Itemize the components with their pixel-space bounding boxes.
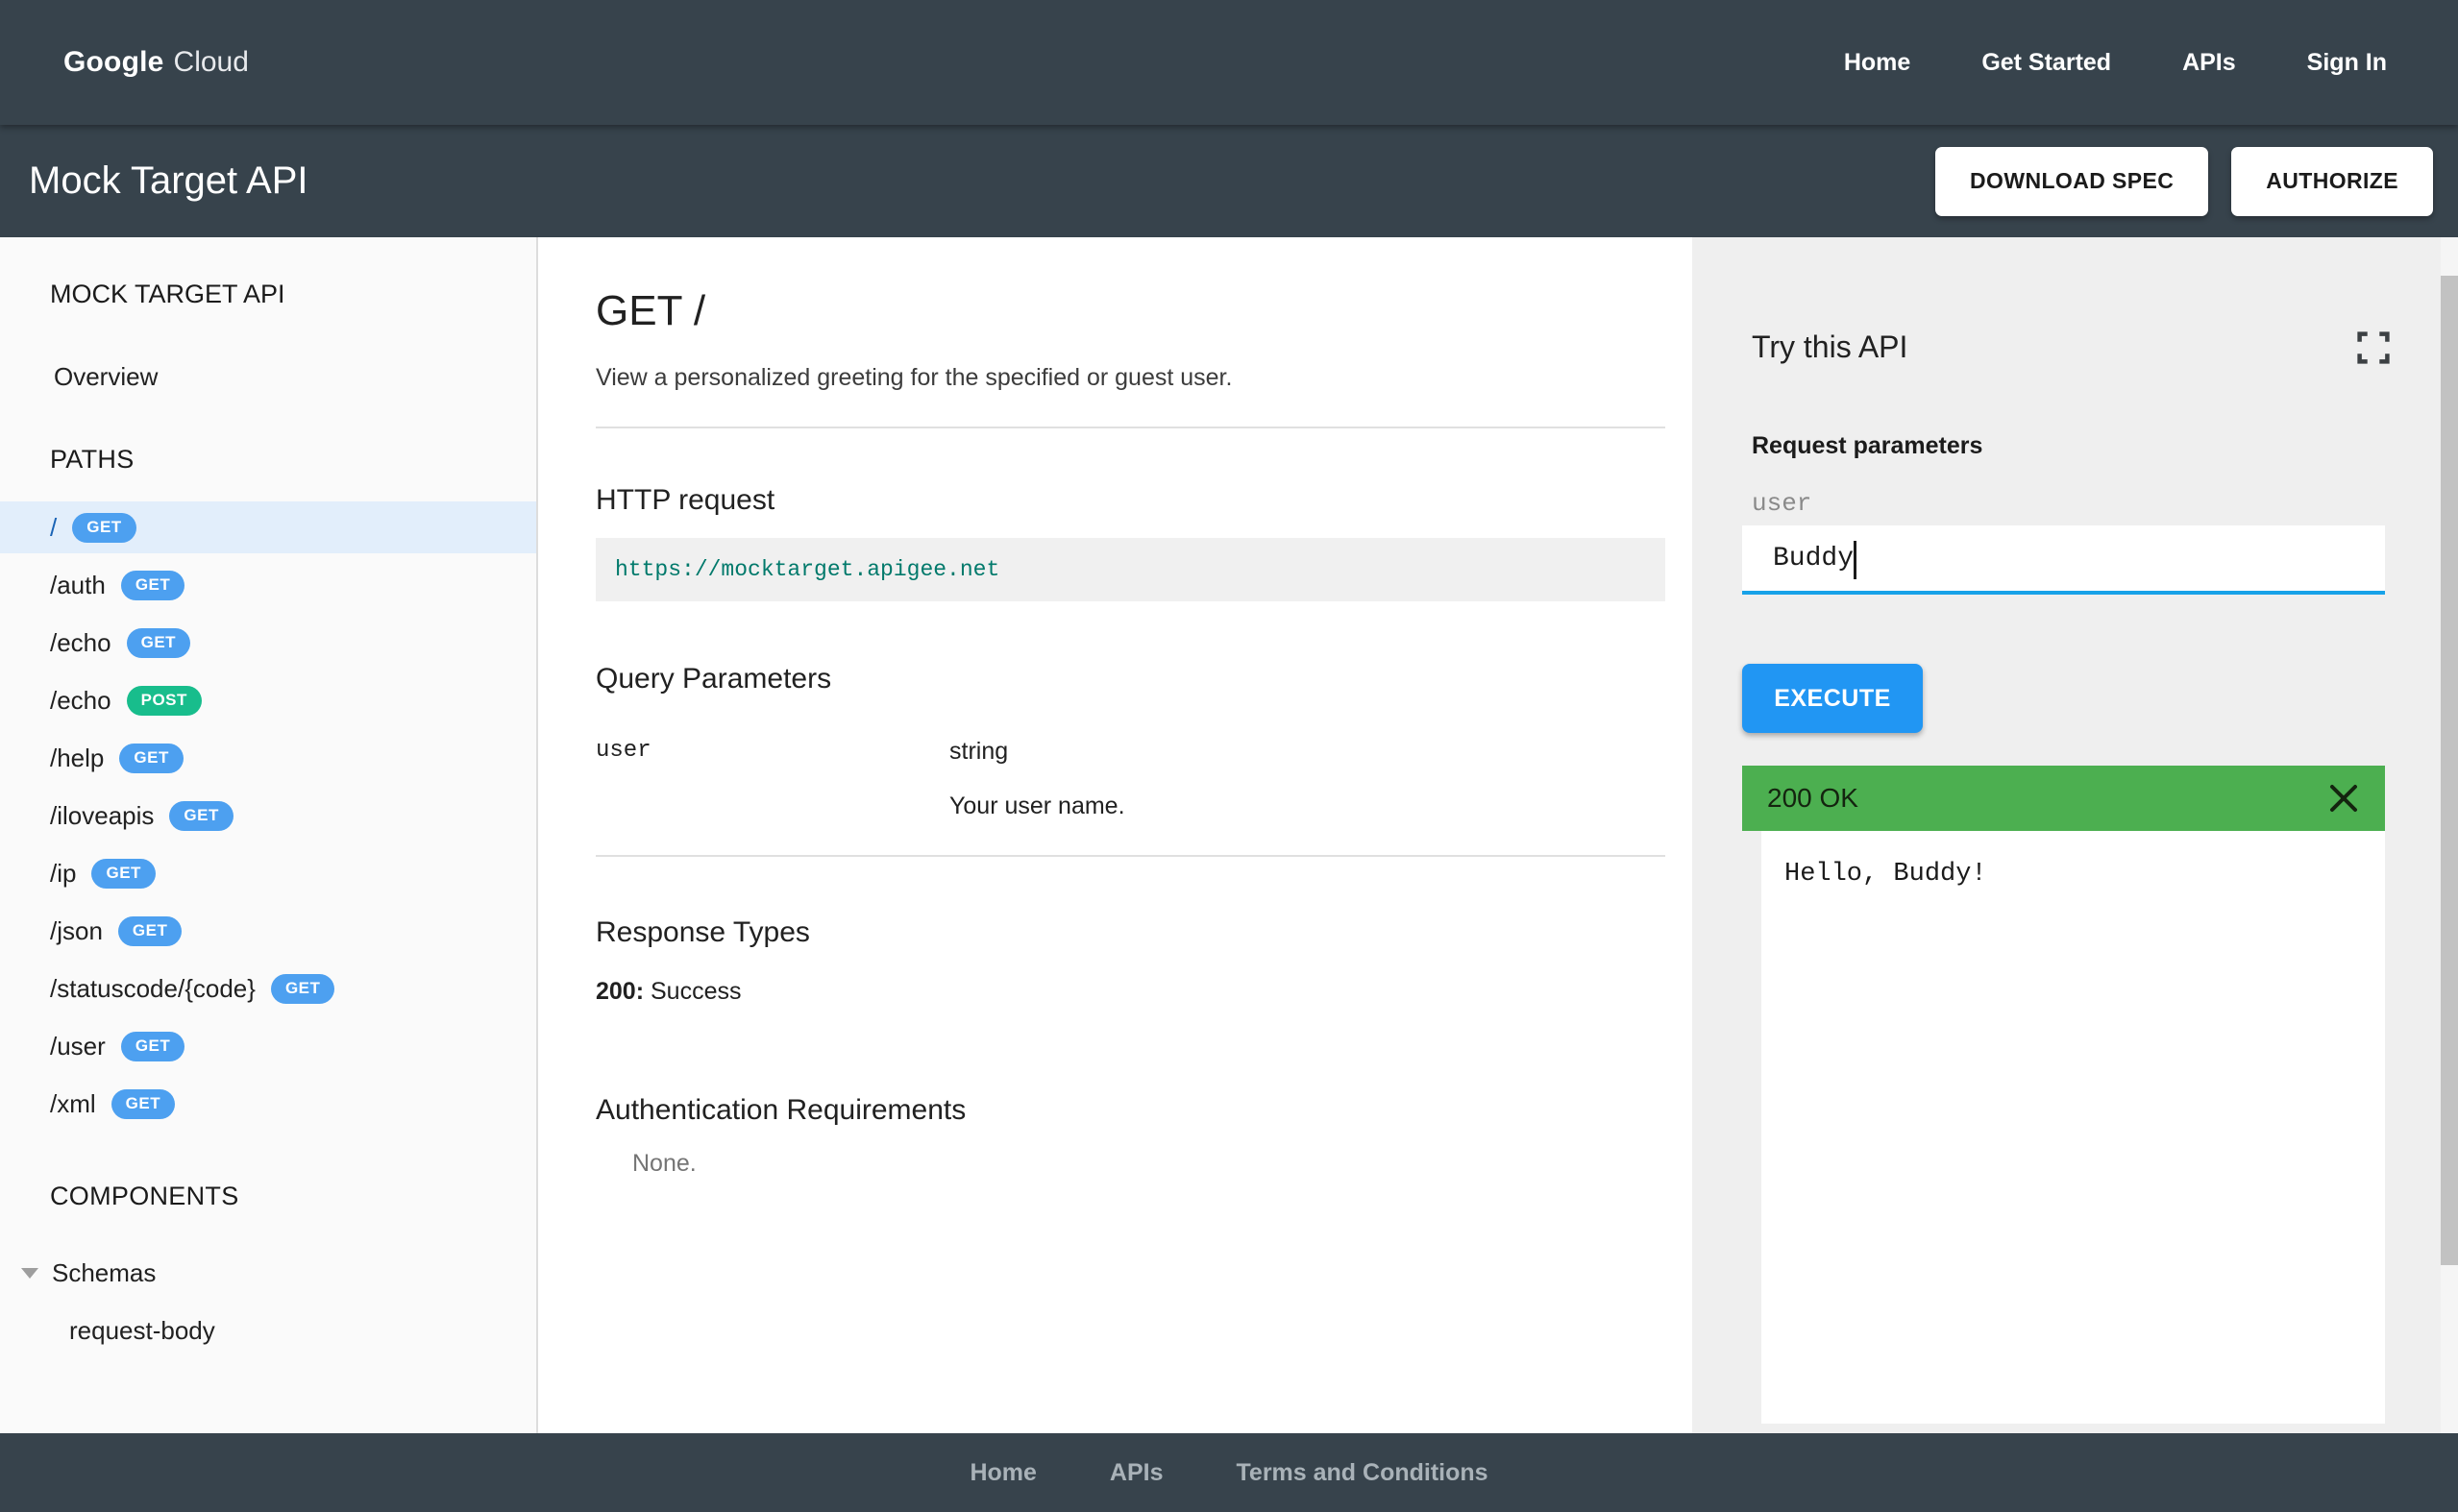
response-status: 200 OK	[1767, 783, 1858, 813]
top-nav-link[interactable]: Sign In	[2307, 49, 2387, 77]
sidebar-path-item[interactable]: /echo GET	[0, 617, 536, 669]
sidebar-path-item[interactable]: /user GET	[0, 1020, 536, 1072]
user-input[interactable]	[1742, 525, 2385, 595]
method-badge: GET	[72, 512, 136, 543]
sidebar-path-item[interactable]: /statuscode/{code} GET	[0, 963, 536, 1014]
fullscreen-button[interactable]	[2356, 330, 2391, 365]
sidebar-components-heading: COMPONENTS	[50, 1181, 239, 1210]
response-types-heading: Response Types	[596, 916, 810, 948]
path-label: /	[50, 512, 58, 542]
method-badge: GET	[119, 743, 184, 773]
path-label: /echo	[50, 627, 111, 657]
top-nav-link[interactable]: APIs	[2182, 49, 2236, 77]
sidebar-item-schemas[interactable]: Schemas	[0, 1247, 536, 1299]
google-cloud-logo[interactable]: Google Cloud	[63, 46, 249, 79]
method-badge: GET	[120, 570, 185, 600]
top-nav-link[interactable]: Home	[1844, 49, 1910, 77]
auth-requirements-heading: Authentication Requirements	[596, 1094, 967, 1126]
sidebar-item-request-body[interactable]: request-body	[0, 1305, 536, 1356]
chevron-down-icon	[21, 1267, 38, 1279]
fullscreen-icon	[2357, 330, 2390, 364]
divider	[596, 427, 1665, 428]
param-type: string	[949, 738, 1009, 765]
schemas-label: Schemas	[52, 1257, 157, 1287]
api-title-bar: Mock Target API DOWNLOAD SPEC AUTHORIZE	[0, 125, 2458, 237]
method-badge: POST	[126, 685, 202, 716]
path-label: /json	[50, 915, 103, 945]
path-label: /echo	[50, 685, 111, 715]
query-params-table: user string Your user name.	[596, 738, 1665, 820]
sidebar-path-item[interactable]: /echo POST	[0, 674, 536, 726]
path-label: /auth	[50, 570, 106, 599]
footer-link[interactable]: Home	[970, 1459, 1036, 1487]
path-label: /user	[50, 1031, 106, 1061]
response-type-row: 200: Success	[596, 978, 1665, 1006]
top-nav-links: Home Get Started APIs Sign In	[1844, 49, 2387, 77]
try-api-title: Try this API	[1752, 329, 1908, 364]
auth-requirements-value: None.	[632, 1150, 697, 1177]
response-code: 200:	[596, 978, 645, 1005]
main-content: GET / View a personalized greeting for t…	[540, 237, 1692, 1433]
sidebar: MOCK TARGET API Overview PATHS / GET /au…	[0, 237, 538, 1433]
path-label: /ip	[50, 858, 77, 888]
header-actions: DOWNLOAD SPEC AUTHORIZE	[1935, 146, 2433, 216]
footer-link[interactable]: Terms and Conditions	[1237, 1459, 1488, 1487]
user-input-wrap	[1742, 525, 2385, 595]
sidebar-path-item[interactable]: /ip GET	[0, 847, 536, 899]
response-description: Success	[651, 978, 742, 1005]
sidebar-path-item[interactable]: / GET	[0, 501, 536, 553]
method-badge: GET	[117, 915, 183, 946]
sidebar-path-item[interactable]: /auth GET	[0, 559, 536, 611]
method-badge: GET	[120, 1031, 185, 1061]
top-navbar: Google Cloud Home Get Started APIs Sign …	[0, 0, 2458, 125]
close-icon	[2330, 785, 2357, 812]
panel-scrollbar-track[interactable]	[2441, 237, 2458, 1433]
sidebar-path-item[interactable]: /xml GET	[0, 1078, 536, 1130]
query-params-heading: Query Parameters	[596, 663, 832, 695]
response-status-bar: 200 OK	[1742, 766, 2385, 831]
execute-button[interactable]: EXECUTE	[1742, 664, 1923, 733]
logo-google-text: Google	[63, 46, 164, 78]
param-description: Your user name.	[949, 793, 1125, 819]
sidebar-paths-list: / GET /auth GET /echo GET /echo POST /he…	[0, 501, 536, 1130]
page-title: Mock Target API	[29, 159, 308, 202]
request-parameters-heading: Request parameters	[1752, 432, 1983, 459]
path-label: /statuscode/{code}	[50, 973, 256, 1003]
sidebar-schema-items: request-body	[0, 1305, 536, 1356]
path-label: /iloveapis	[50, 800, 155, 830]
http-request-url: https://mocktarget.apigee.net	[615, 557, 1000, 582]
http-request-url-block: https://mocktarget.apigee.net	[596, 538, 1665, 601]
method-badge: GET	[111, 1088, 176, 1119]
logo-cloud-text: Cloud	[173, 46, 249, 78]
endpoint-title: GET /	[596, 287, 706, 334]
param-name: user	[596, 738, 651, 764]
divider	[596, 855, 1665, 857]
http-request-heading: HTTP request	[596, 484, 775, 516]
user-param-label: user	[1752, 489, 1812, 518]
sidebar-api-title: MOCK TARGET API	[50, 279, 285, 308]
path-label: /help	[50, 743, 105, 772]
response-body-box: Hello, Buddy!	[1761, 831, 2385, 1424]
method-badge: GET	[270, 973, 335, 1004]
download-spec-button[interactable]: DOWNLOAD SPEC	[1935, 146, 2209, 216]
sidebar-paths-heading: PATHS	[50, 444, 135, 474]
panel-scrollbar-thumb[interactable]	[2441, 276, 2458, 1265]
try-this-api-panel: Try this API Request parameters user EXE…	[1692, 237, 2458, 1433]
endpoint-description: View a personalized greeting for the spe…	[596, 364, 1233, 391]
method-badge: GET	[126, 627, 191, 658]
footer: Home APIs Terms and Conditions	[0, 1433, 2458, 1512]
sidebar-path-item[interactable]: /iloveapis GET	[0, 790, 536, 841]
text-cursor	[1854, 541, 1856, 579]
close-response-button[interactable]	[2327, 782, 2360, 815]
sidebar-path-item[interactable]: /json GET	[0, 905, 536, 957]
footer-link[interactable]: APIs	[1110, 1459, 1164, 1487]
authorize-button[interactable]: AUTHORIZE	[2231, 146, 2433, 216]
sidebar-path-item[interactable]: /help GET	[0, 732, 536, 784]
top-nav-link[interactable]: Get Started	[1981, 49, 2111, 77]
response-body: Hello, Buddy!	[1784, 860, 1987, 889]
method-badge: GET	[91, 858, 156, 889]
path-label: /xml	[50, 1088, 96, 1118]
method-badge: GET	[169, 800, 234, 831]
sidebar-item-overview[interactable]: Overview	[0, 351, 536, 402]
